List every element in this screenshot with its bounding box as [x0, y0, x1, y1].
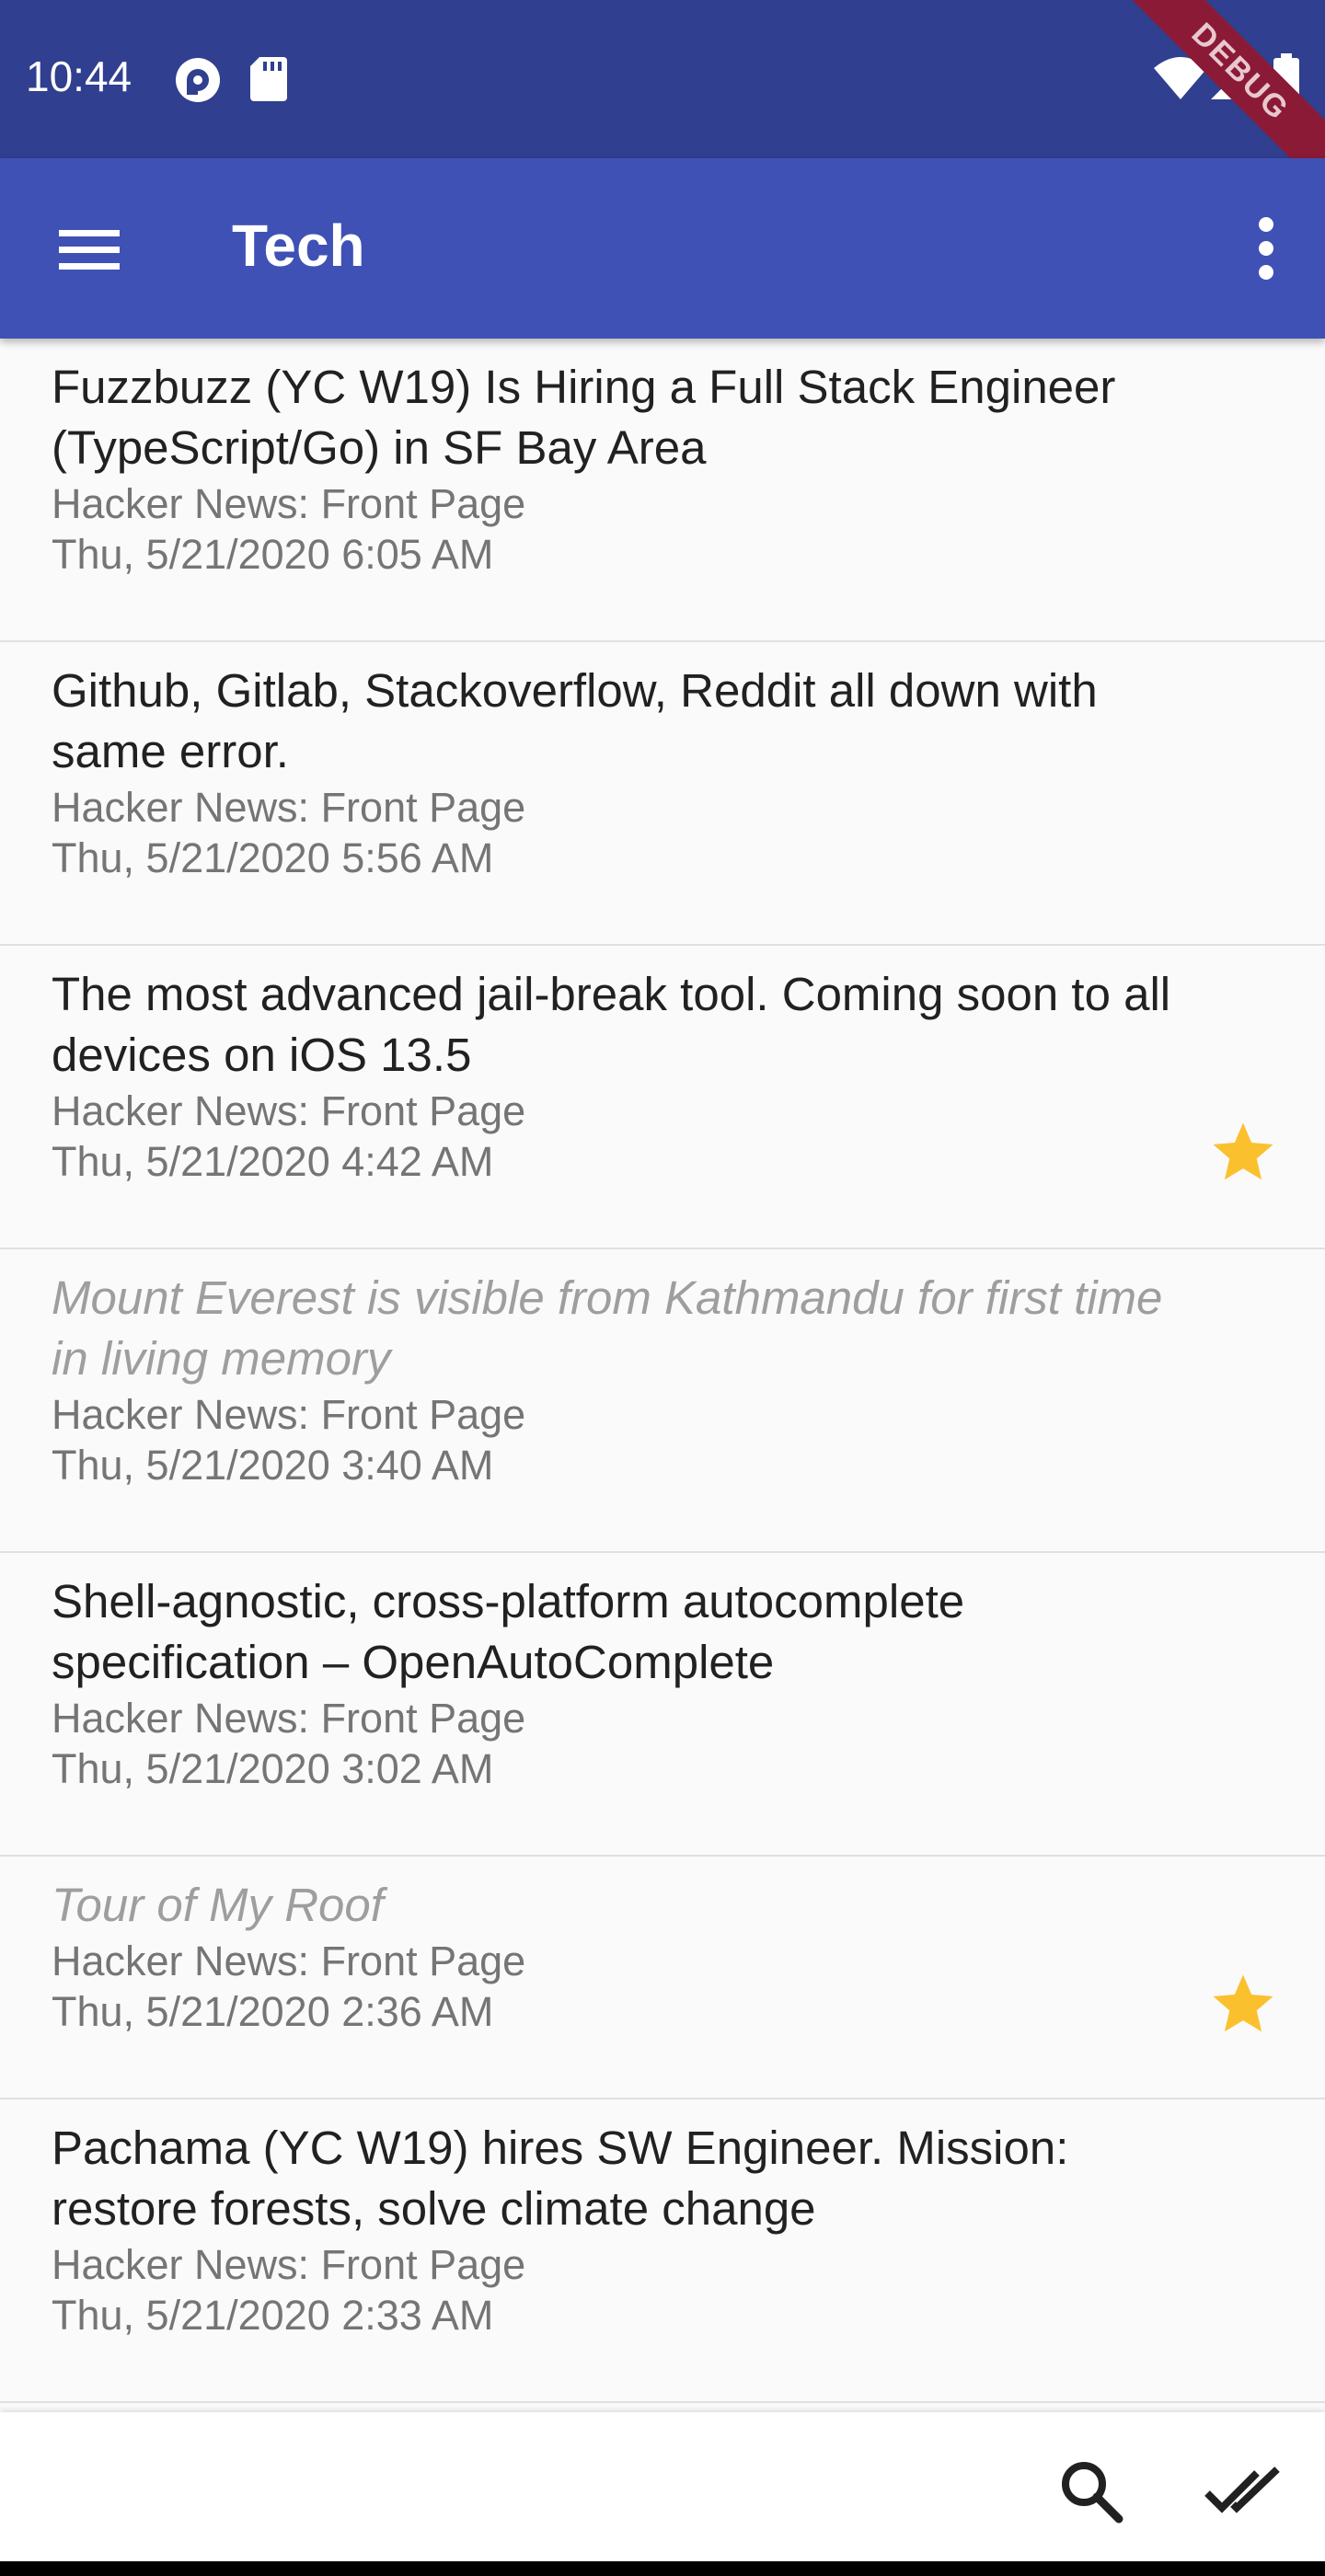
menu-button[interactable] — [44, 208, 136, 289]
article-source: Hacker News: Front Page — [52, 1938, 526, 1984]
article-item[interactable]: Fuzzbuzz (YC W19) Is Hiring a Full Stack… — [0, 339, 1325, 642]
article-list: Fuzzbuzz (YC W19) Is Hiring a Full Stack… — [0, 339, 1325, 2403]
done-all-icon — [1204, 2467, 1280, 2513]
status-time: 10:44 — [26, 52, 132, 100]
article-date: Thu, 5/21/2020 2:33 AM — [52, 2292, 494, 2339]
bottom-toolbar — [0, 2412, 1325, 2561]
article-date: Thu, 5/21/2020 2:36 AM — [52, 1988, 494, 2035]
article-date: Thu, 5/21/2020 4:42 AM — [52, 1138, 494, 1185]
article-item[interactable]: The most advanced jail-break tool. Comin… — [0, 946, 1325, 1249]
more-vert-icon — [1259, 217, 1273, 280]
article-source: Hacker News: Front Page — [52, 784, 526, 831]
article-source: Hacker News: Front Page — [52, 1087, 526, 1134]
article-item[interactable]: Pachama (YC W19) hires SW Engineer. Miss… — [0, 2099, 1325, 2403]
search-button[interactable] — [1045, 2445, 1137, 2537]
article-date: Thu, 5/21/2020 5:56 AM — [52, 834, 494, 881]
article-item[interactable]: Mount Everest is visible from Kathmandu … — [0, 1249, 1325, 1553]
article-source: Hacker News: Front Page — [52, 1391, 526, 1438]
article-title: Pachama (YC W19) hires SW Engineer. Miss… — [52, 2122, 1069, 2235]
article-title: The most advanced jail-break tool. Comin… — [52, 968, 1171, 1081]
sd-card-icon — [250, 57, 287, 101]
article-source: Hacker News: Front Page — [52, 480, 526, 527]
page-title: Tech — [232, 213, 365, 279]
app-bar: Tech — [0, 158, 1325, 339]
article-item[interactable]: Tour of My Roof Hacker News: Front Page … — [0, 1857, 1325, 2099]
pocket-casts-icon — [176, 58, 220, 102]
menu-icon — [59, 230, 120, 270]
overflow-menu-button[interactable] — [1239, 202, 1294, 294]
article-source: Hacker News: Front Page — [52, 1695, 526, 1742]
mark-all-read-button[interactable] — [1196, 2445, 1288, 2537]
article-title: Github, Gitlab, Stackoverflow, Reddit al… — [52, 664, 1098, 777]
star-icon[interactable] — [1207, 1117, 1279, 1189]
star-icon[interactable] — [1207, 1969, 1279, 2041]
article-item[interactable]: Github, Gitlab, Stackoverflow, Reddit al… — [0, 642, 1325, 946]
article-title: Mount Everest is visible from Kathmandu … — [52, 1271, 1163, 1385]
status-bar: 10:44 DEBUG — [0, 0, 1325, 158]
article-date: Thu, 5/21/2020 3:40 AM — [52, 1442, 494, 1489]
search-icon — [1062, 2462, 1123, 2524]
system-navigation-bar — [0, 2561, 1325, 2576]
article-title: Shell-agnostic, cross-platform autocompl… — [52, 1575, 965, 1688]
article-date: Thu, 5/21/2020 3:02 AM — [52, 1745, 494, 1792]
article-title: Fuzzbuzz (YC W19) Is Hiring a Full Stack… — [52, 361, 1116, 474]
article-date: Thu, 5/21/2020 6:05 AM — [52, 531, 494, 578]
article-title: Tour of My Roof — [52, 1879, 384, 1931]
article-item[interactable]: Shell-agnostic, cross-platform autocompl… — [0, 1553, 1325, 1857]
article-source: Hacker News: Front Page — [52, 2241, 526, 2288]
